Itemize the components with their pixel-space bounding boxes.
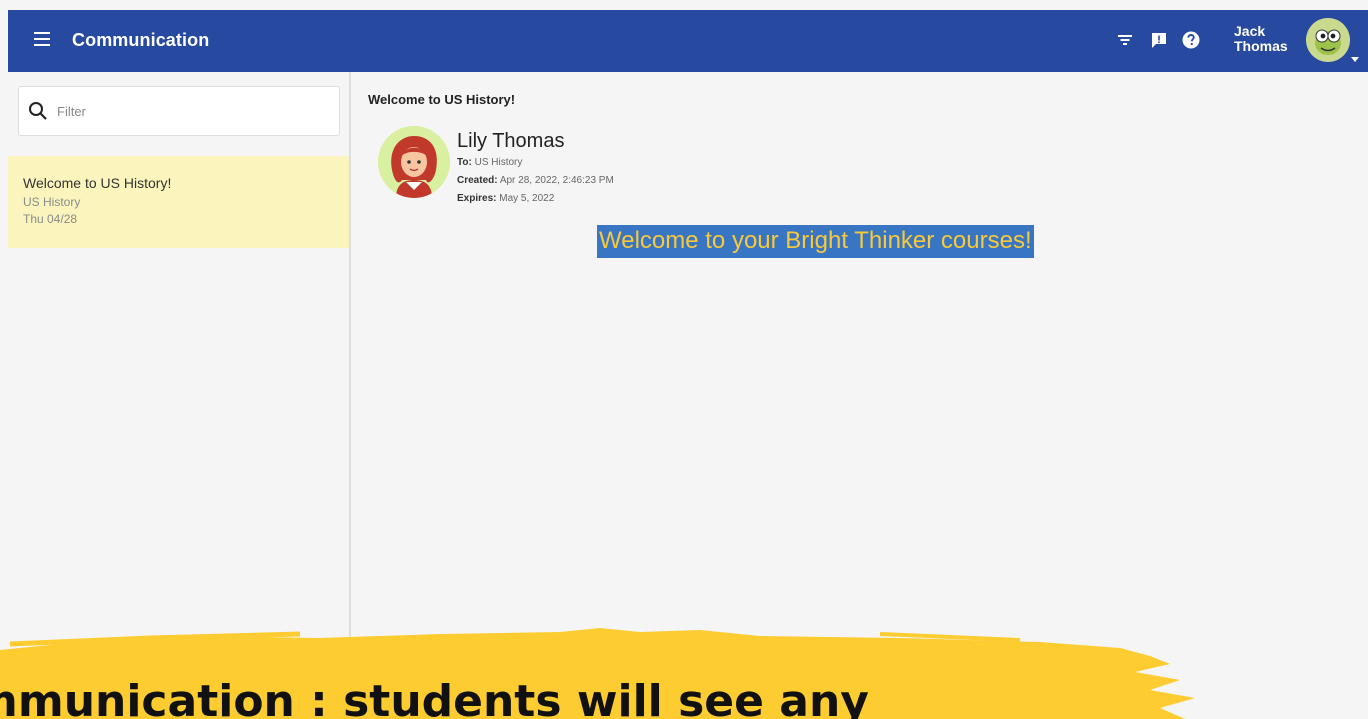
to-label: To: [457, 157, 472, 168]
to-value: US History [474, 157, 523, 168]
message-body: Welcome to your Bright Thinker courses! [597, 225, 1034, 258]
filter-box[interactable] [18, 86, 340, 136]
page-title: Communication [72, 30, 210, 50]
filter-input[interactable] [55, 98, 329, 124]
user-last-name: Thomas [1234, 38, 1288, 54]
message-list-pane: Welcome to US History! US History Thu 04… [8, 72, 351, 652]
message-expires: Expires: May 5, 2022 [457, 193, 554, 204]
user-name[interactable]: Jack Thomas [1234, 24, 1288, 54]
menu-icon[interactable] [34, 32, 50, 46]
user-avatar-image [1306, 18, 1350, 62]
avatar[interactable] [1306, 18, 1350, 62]
sender-avatar-image [378, 126, 450, 198]
message-subject: Welcome to US History! [368, 92, 516, 107]
message-date: Thu 04/28 [23, 212, 78, 226]
help-icon[interactable] [1181, 30, 1201, 50]
filter-icon[interactable] [1115, 30, 1135, 50]
sender-name: Lily Thomas [457, 130, 565, 152]
search-icon [29, 102, 47, 120]
created-value: Apr 28, 2022, 2:46:23 PM [499, 175, 614, 186]
feedback-icon[interactable] [1149, 30, 1169, 50]
chevron-down-icon[interactable] [1351, 57, 1359, 62]
message-course: US History [23, 195, 81, 209]
list-item[interactable]: Welcome to US History! US History Thu 04… [8, 156, 349, 248]
expires-label: Expires: [457, 193, 497, 204]
sender-avatar [378, 126, 450, 198]
user-first-name: Jack [1234, 23, 1266, 39]
expires-value: May 5, 2022 [499, 193, 555, 204]
message-created: Created: Apr 28, 2022, 2:46:23 PM [457, 175, 614, 186]
overlay-caption: mmunication : students will see any [0, 676, 869, 719]
top-app-bar: Communication Jack Thomas [8, 10, 1368, 72]
created-label: Created: [457, 175, 498, 186]
message-to: To: US History [457, 157, 522, 168]
message-title: Welcome to US History! [23, 175, 172, 191]
